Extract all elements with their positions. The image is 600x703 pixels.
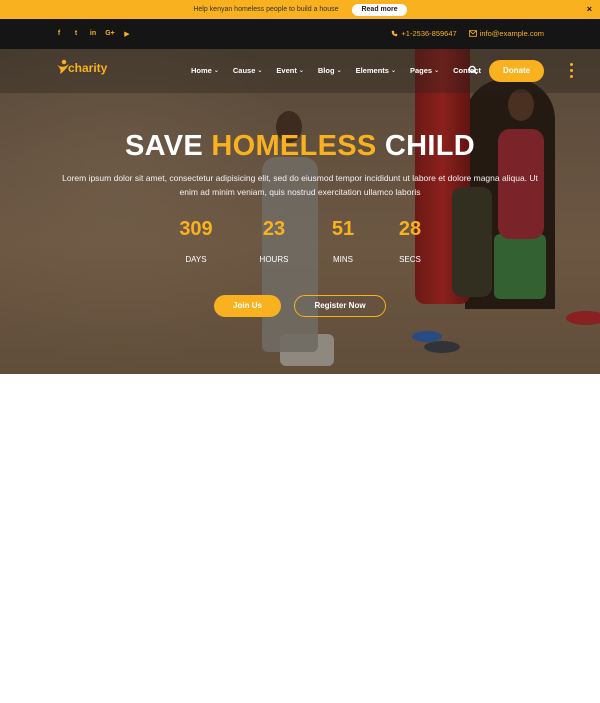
chevron-down-icon: ⌄	[257, 68, 263, 74]
chevron-down-icon: ⌄	[298, 68, 304, 74]
logo[interactable]: charity	[56, 59, 107, 75]
countdown-mins: 51 MINS	[313, 218, 373, 264]
dot	[570, 69, 573, 72]
top-info-bar: f t in G+ ▶ +1-2536-859647 info@example.…	[0, 19, 600, 49]
nav-item-label: Event	[276, 66, 297, 75]
nav-item-label: Elements	[355, 66, 389, 75]
facebook-icon[interactable]: f	[55, 29, 63, 38]
countdown-value: 23	[262, 218, 286, 240]
phone-icon	[392, 30, 398, 37]
phone-link[interactable]: +1-2536-859647	[391, 29, 457, 38]
nav-item-label: Blog	[317, 66, 335, 75]
dot	[570, 63, 573, 66]
nav-item-pages[interactable]: Pages ⌄	[410, 66, 439, 75]
nav-item-label: Home	[191, 66, 212, 75]
announcement-text: Help kenyan homeless people to build a h…	[193, 6, 339, 13]
phone-number: +1-2536-859647	[401, 29, 457, 38]
countdown-secs: 28 SECS	[380, 218, 440, 264]
countdown-days: 309 DAYS	[166, 218, 226, 264]
social-links: f t in G+ ▶	[55, 29, 131, 38]
countdown-label: SECS	[399, 255, 421, 264]
countdown-label: DAYS	[185, 255, 207, 264]
hero-title: SAVE HOMELESS CHILD	[0, 130, 600, 163]
email-link[interactable]: info@example.com	[468, 29, 544, 38]
countdown-label: MINS	[333, 255, 353, 264]
twitter-icon[interactable]: t	[72, 29, 80, 38]
close-icon[interactable]: ×	[587, 4, 592, 14]
nav-item-home[interactable]: Home ⌄	[191, 66, 219, 75]
google-plus-icon[interactable]: G+	[105, 29, 115, 38]
hero-section	[0, 49, 600, 374]
nav-item-label: Cause	[232, 66, 256, 75]
chevron-down-icon: ⌄	[336, 68, 342, 74]
countdown-value: 51	[331, 218, 355, 240]
main-navbar: charity Home ⌄ Cause ⌄ Event ⌄ Blog ⌄ Elemen…	[0, 49, 600, 93]
read-more-button[interactable]: Read more	[352, 3, 407, 16]
nav-item-blog[interactable]: Blog ⌄	[318, 66, 342, 75]
hero-title-accent: HOMELESS	[211, 130, 377, 162]
countdown-value: 28	[398, 218, 422, 240]
nav-item-label: Pages	[409, 66, 433, 75]
youtube-icon[interactable]: ▶	[123, 29, 131, 38]
hero-title-part: SAVE	[124, 130, 204, 162]
nav-item-event[interactable]: Event ⌄	[276, 66, 303, 75]
chevron-down-icon: ⌄	[434, 68, 440, 74]
chevron-down-icon: ⌄	[390, 68, 396, 74]
logo-text: charity	[68, 61, 108, 75]
logo-person-icon	[57, 59, 69, 74]
donate-button[interactable]: Donate	[489, 60, 544, 82]
hero-overlay	[0, 49, 600, 374]
nav-item-elements[interactable]: Elements ⌄	[356, 66, 396, 75]
nav-item-cause[interactable]: Cause ⌄	[233, 66, 263, 75]
register-now-button[interactable]: Register Now	[294, 295, 386, 317]
search-icon[interactable]	[468, 65, 478, 75]
chevron-down-icon: ⌄	[213, 68, 219, 74]
countdown-value: 309	[179, 218, 213, 240]
hero-title-part: CHILD	[384, 130, 475, 162]
more-menu-icon[interactable]	[570, 63, 573, 78]
envelope-icon	[468, 30, 477, 37]
hero-description: Lorem ipsum dolor sit amet, consectetur …	[62, 173, 538, 197]
contact-info: +1-2536-859647 info@example.com	[391, 29, 544, 38]
email-address: info@example.com	[479, 29, 544, 38]
dot	[570, 75, 573, 78]
nav-menu: Home ⌄ Cause ⌄ Event ⌄ Blog ⌄ Elements ⌄ Page…	[191, 66, 481, 75]
announcement-bar: Help kenyan homeless people to build a h…	[0, 0, 600, 19]
join-us-button[interactable]: Join Us	[214, 295, 281, 317]
countdown-hours: 23 HOURS	[244, 218, 304, 264]
countdown-label: HOURS	[259, 255, 289, 264]
linkedin-icon[interactable]: in	[89, 29, 97, 38]
